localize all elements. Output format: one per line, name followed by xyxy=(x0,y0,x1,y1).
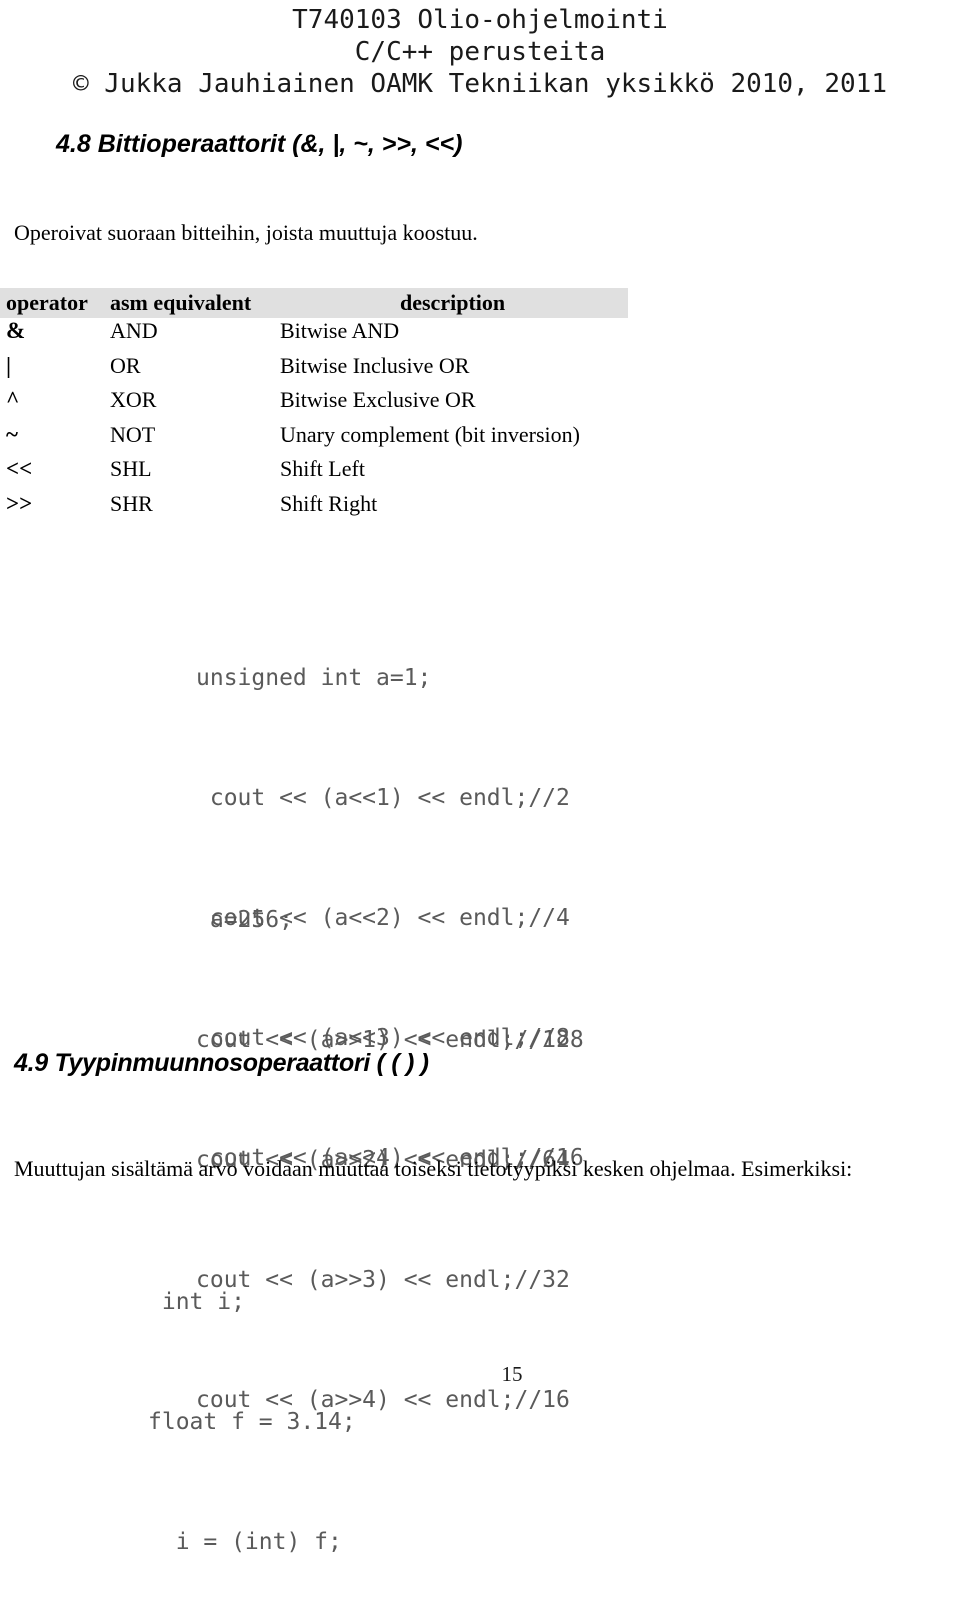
cell-operator: ~ xyxy=(6,421,18,447)
code-block-cast-example: int i; float f = 3.14; i = (int) f; xyxy=(148,1202,356,1602)
table-header-operator: operator xyxy=(6,290,88,315)
code-line: int i; xyxy=(148,1289,245,1315)
cell-asm: SHR xyxy=(110,490,153,516)
bitwise-intro-paragraph: Operoivat suoraan bitteihin, joista muut… xyxy=(14,220,478,245)
page-number: 15 xyxy=(501,1362,523,1386)
table-row: >> SHR Shift Right xyxy=(0,491,640,526)
table-row: << SHL Shift Left xyxy=(0,456,640,491)
header-copyright: © Jukka Jauhiainen OAMK Tekniikan yksikk… xyxy=(73,69,887,99)
section-heading-bitwise: 4.8 Bittioperaattorit (&, |, ~, >>, <<) xyxy=(56,130,463,158)
code-line: cout << (a<<1) << endl;//2 xyxy=(196,785,570,811)
code-line: unsigned int a=1; xyxy=(196,665,432,691)
cell-operator: | xyxy=(6,352,12,378)
document-header: T740103 Olio-ohjelmointi C/C++ perusteit… xyxy=(0,0,960,100)
table-row: & AND Bitwise AND xyxy=(0,318,640,353)
table-row: | OR Bitwise Inclusive OR xyxy=(0,353,640,388)
cell-operator: << xyxy=(6,456,33,481)
table-row: ~ NOT Unary complement (bit inversion) xyxy=(0,422,640,457)
cell-asm: AND xyxy=(110,318,158,343)
cell-description: Unary complement (bit inversion) xyxy=(280,421,580,447)
table-row: ^ XOR Bitwise Exclusive OR xyxy=(0,387,640,422)
header-subtitle: C/C++ perusteita xyxy=(354,37,606,67)
cell-asm: XOR xyxy=(110,387,157,412)
cast-intro-paragraph: Muuttujan sisältämä arvo voidaan muuttaa… xyxy=(14,1156,853,1181)
table-header-asm: asm equivalent xyxy=(110,290,252,315)
cell-operator: >> xyxy=(6,490,33,516)
table-header-description: description xyxy=(400,290,506,315)
table-header-row: operator asm equivalent description xyxy=(0,288,628,318)
section-heading-cast: 4.9 Tyypinmuunnosoperaattori ( ( ) ) xyxy=(14,1049,429,1077)
code-line: float f = 3.14; xyxy=(148,1409,356,1435)
cell-description: Shift Left xyxy=(280,456,365,481)
cell-description: Bitwise AND xyxy=(280,318,400,343)
operator-table: operator asm equivalent description & AN… xyxy=(0,288,640,525)
cell-description: Shift Right xyxy=(280,490,378,516)
cell-operator: ^ xyxy=(6,387,20,412)
code-line: i = (int) f; xyxy=(148,1529,342,1555)
cell-description: Bitwise Inclusive OR xyxy=(280,352,470,378)
header-course-title: T740103 Olio-ohjelmointi xyxy=(292,5,668,35)
cell-asm: SHL xyxy=(110,456,152,481)
code-line: a=256; xyxy=(196,907,293,933)
cell-description: Bitwise Exclusive OR xyxy=(280,387,476,412)
cell-asm: NOT xyxy=(110,421,156,447)
cell-asm: OR xyxy=(110,352,141,378)
cell-operator: & xyxy=(6,318,26,343)
